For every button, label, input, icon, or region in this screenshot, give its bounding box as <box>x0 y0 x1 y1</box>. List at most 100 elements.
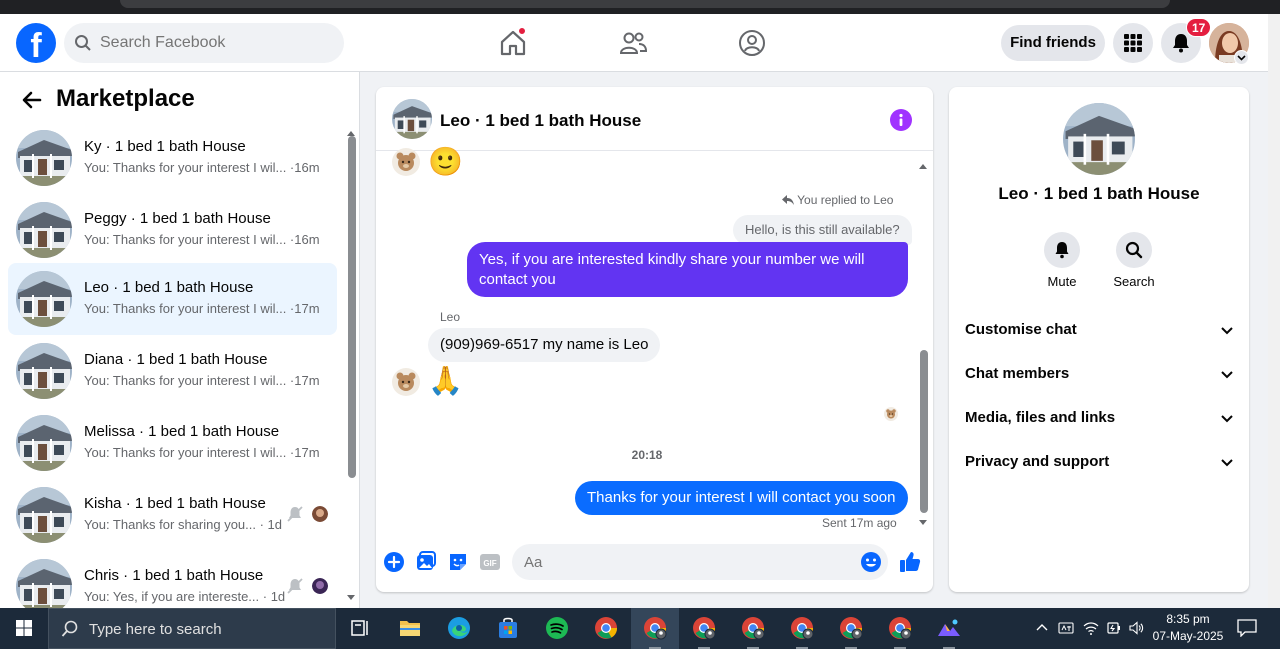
conversation-item[interactable]: Chris · 1 bed 1 bath House You: Yes, if … <box>8 551 337 608</box>
chrome-icon <box>595 617 617 639</box>
gif-icon[interactable]: GIF <box>479 551 501 573</box>
conversation-scrollbar-thumb[interactable] <box>348 136 356 478</box>
account-chevron-down-icon[interactable] <box>1234 50 1249 65</box>
search-facebook-input[interactable] <box>100 23 330 63</box>
chat-scrollbar[interactable] <box>918 157 928 527</box>
taskbar-clock[interactable]: 8:35 pm 07-May-2025 <box>1150 611 1226 645</box>
groups-icon <box>739 30 765 56</box>
volume-icon[interactable] <box>1128 620 1144 636</box>
chrome-profile-window-button[interactable] <box>631 608 679 649</box>
conversation-item[interactable]: Peggy · 1 bed 1 bath House You: Thanks f… <box>8 194 337 266</box>
page-scrollbar[interactable] <box>1268 14 1280 608</box>
conversation-preview: You: Thanks for your interest I wil... ·… <box>84 301 320 316</box>
battery-plug-icon[interactable] <box>1106 620 1122 636</box>
search-in-conversation-button[interactable]: Search <box>1106 232 1162 289</box>
chat-title[interactable]: Leo · 1 bed 1 bath House <box>440 111 641 131</box>
chat-members-row[interactable]: Chat members <box>965 353 1235 393</box>
clock-date: 07-May-2025 <box>1152 629 1224 643</box>
sticker-icon[interactable] <box>447 551 469 573</box>
quoted-message[interactable]: Hello, is this still available? <box>733 215 912 245</box>
conversation-item-active[interactable]: Leo · 1 bed 1 bath House You: Thanks for… <box>8 263 337 335</box>
message-composer: GIF <box>376 542 933 582</box>
friends-nav-button[interactable] <box>618 28 648 58</box>
leo-avatar <box>392 148 420 176</box>
file-explorer-button[interactable] <box>386 608 434 649</box>
back-arrow-icon[interactable] <box>20 88 44 112</box>
emoji-icon[interactable] <box>860 551 882 573</box>
grid-menu-icon <box>1124 34 1142 52</box>
their-message-bubble[interactable]: (909)969-6517 my name is Leo <box>428 328 661 362</box>
facebook-logo-icon[interactable]: f <box>16 23 56 63</box>
reply-indicator: You replied to Leo <box>782 193 893 207</box>
search-button-circle[interactable] <box>1116 232 1152 268</box>
privacy-support-row[interactable]: Privacy and support <box>965 441 1235 481</box>
scroll-down-arrow-icon[interactable] <box>346 594 356 602</box>
leo-avatar <box>392 368 420 396</box>
mute-label: Mute <box>1047 274 1077 289</box>
wifi-icon[interactable] <box>1083 620 1099 636</box>
customise-chat-row[interactable]: Customise chat <box>965 309 1235 349</box>
groups-nav-button[interactable] <box>737 28 767 58</box>
chrome-profile-window-button[interactable] <box>729 608 777 649</box>
message-thread: 🙂 You replied to Leo Hello, is this stil… <box>376 146 933 537</box>
page-scrollbar-thumb[interactable] <box>1270 24 1278 594</box>
action-center-icon[interactable] <box>1237 619 1257 637</box>
photo-icon[interactable] <box>415 551 437 573</box>
info-icon[interactable] <box>890 109 912 131</box>
conversation-item[interactable]: Melissa · 1 bed 1 bath House You: Thanks… <box>8 407 337 479</box>
chrome-profile-window-button[interactable] <box>876 608 924 649</box>
chrome-button[interactable] <box>582 608 630 649</box>
conversation-preview: You: Thanks for your interest I wil... ·… <box>84 373 320 388</box>
house-avatar <box>16 202 72 258</box>
chrome-profile-window-button[interactable] <box>778 608 826 649</box>
chrome-profile-icon <box>693 617 716 640</box>
edge-browser-button[interactable] <box>435 608 483 649</box>
bell-icon <box>1173 34 1189 53</box>
search-box[interactable] <box>64 23 344 63</box>
mute-button[interactable]: Mute <box>1034 232 1090 289</box>
smile-emoji-icon: 🙂 <box>428 146 463 177</box>
language-input-icon[interactable] <box>1058 620 1074 636</box>
mute-button-circle[interactable] <box>1044 232 1080 268</box>
section-label: Chat members <box>965 365 1070 382</box>
microsoft-store-button[interactable] <box>484 608 532 649</box>
find-friends-button[interactable]: Find friends <box>1001 25 1105 61</box>
chat-scrollbar-thumb[interactable] <box>920 350 928 513</box>
conversation-item[interactable]: Ky · 1 bed 1 bath House You: Thanks for … <box>8 122 337 194</box>
task-view-button[interactable] <box>336 608 384 649</box>
conversation-list-scrollbar[interactable] <box>346 124 356 604</box>
my-reply-bubble[interactable]: Yes, if you are interested kindly share … <box>467 242 908 297</box>
house-avatar <box>16 415 72 471</box>
taskbar-search-box[interactable]: Type here to search <box>48 608 336 649</box>
chat-header: Leo · 1 bed 1 bath House <box>376 87 933 151</box>
chevron-up-icon[interactable] <box>1034 620 1050 636</box>
plus-circle-icon[interactable] <box>383 551 405 573</box>
message-input-box[interactable] <box>512 544 888 580</box>
media-files-links-row[interactable]: Media, files and links <box>965 397 1235 437</box>
chat-scroll-up-icon[interactable] <box>918 162 928 170</box>
conversation-item[interactable]: Diana · 1 bed 1 bath House You: Thanks f… <box>8 335 337 407</box>
conversation-preview: You: Yes, if you are intereste... · 1d <box>84 589 286 604</box>
spotify-button[interactable] <box>533 608 581 649</box>
edge-icon <box>448 617 470 639</box>
bell-icon <box>1055 242 1069 259</box>
last-message-bubble[interactable]: Thanks for your interest I will contact … <box>575 481 908 515</box>
message-input[interactable] <box>524 544 854 580</box>
chevron-down-icon <box>1221 415 1233 423</box>
mountain-photos-icon <box>938 619 960 636</box>
conversation-preview: You: Thanks for sharing you... · 1d <box>84 517 283 532</box>
conversation-item[interactable]: Kisha · 1 bed 1 bath House You: Thanks f… <box>8 479 337 551</box>
home-nav-button[interactable] <box>498 27 528 58</box>
chrome-profile-window-button[interactable] <box>827 608 875 649</box>
section-label: Media, files and links <box>965 409 1116 426</box>
thumbs-up-icon[interactable] <box>898 550 922 574</box>
section-label: Privacy and support <box>965 453 1110 470</box>
chrome-profile-window-button[interactable] <box>680 608 728 649</box>
conversation-name: Ky · 1 bed 1 bath House <box>84 138 246 155</box>
menu-button[interactable] <box>1113 23 1153 63</box>
chat-scroll-down-icon[interactable] <box>918 519 928 527</box>
info-house-avatar[interactable] <box>1063 103 1135 175</box>
chat-house-avatar[interactable] <box>392 99 432 139</box>
start-button[interactable] <box>0 608 48 649</box>
photos-app-button[interactable] <box>925 608 973 649</box>
